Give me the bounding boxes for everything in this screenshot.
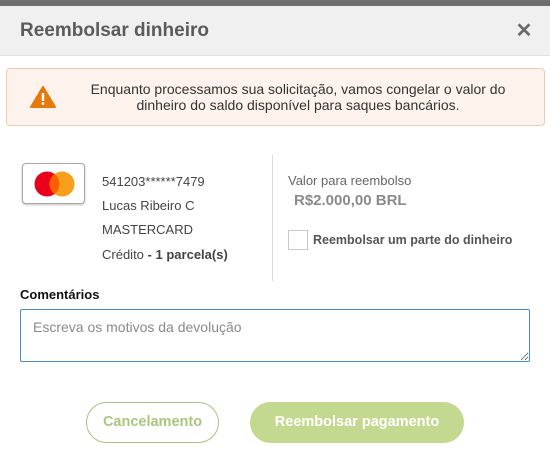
alert-text: Enquanto processamos sua solicitação, va… [90, 81, 506, 113]
card-brand: MASTERCARD [102, 222, 194, 237]
mastercard-logo [22, 163, 85, 204]
partial-refund-option[interactable]: Reembolsar um parte do dinheiro [288, 230, 512, 250]
warning-icon [30, 86, 56, 108]
close-icon[interactable]: ✕ [514, 18, 534, 43]
installments: 1 parcela(s) [155, 247, 228, 262]
card-number: 541203******7479 [102, 174, 205, 189]
alert-banner: Enquanto processamos sua solicitação, va… [6, 68, 545, 126]
amount-label: Valor para reembolso [288, 173, 412, 188]
installments-separator: - [147, 247, 152, 262]
comments-field[interactable] [20, 309, 530, 362]
vertical-divider [272, 155, 273, 281]
payment-type: Crédito [102, 247, 144, 262]
refund-button[interactable]: Reembolsar pagamento [250, 402, 464, 443]
partial-refund-checkbox[interactable] [288, 230, 308, 250]
partial-refund-label: Reembolsar um parte do dinheiro [313, 233, 513, 247]
payment-info: Crédito - 1 parcela(s) [102, 247, 228, 262]
amount-value: R$2.000,00 BRL [294, 192, 407, 209]
card-holder: Lucas Ribeiro C [102, 198, 195, 213]
modal-title: Reembolsar dinheiro [20, 19, 209, 41]
comments-label: Comentários [20, 287, 100, 302]
modal-header: Reembolsar dinheiro ✕ [0, 6, 550, 56]
cancel-button[interactable]: Cancelamento [86, 402, 219, 443]
